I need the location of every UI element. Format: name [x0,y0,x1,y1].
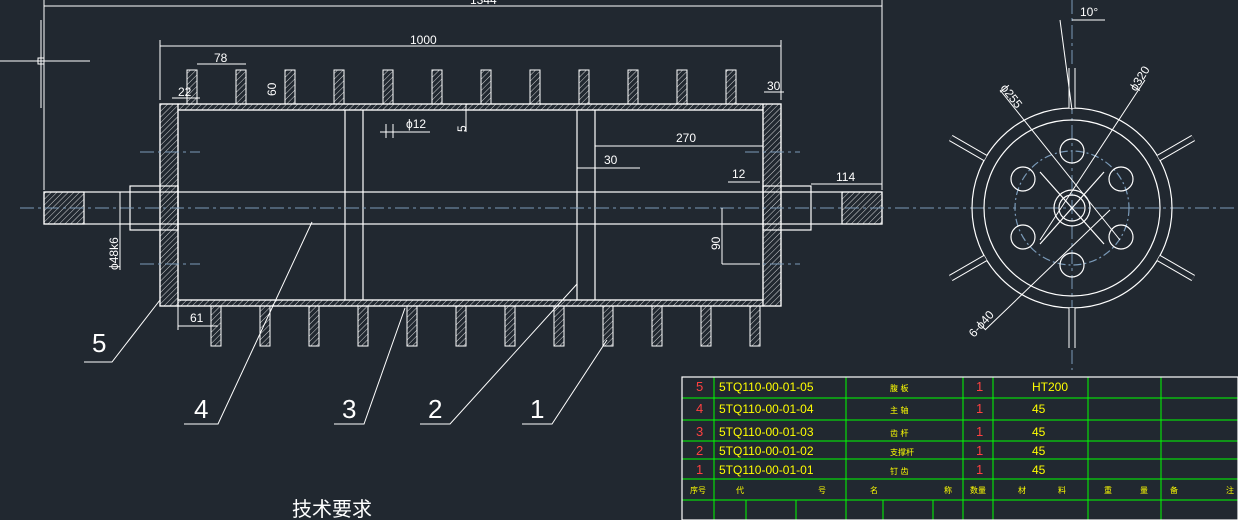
dim-inner-span: 270 [676,131,696,145]
dim-dia-255: ϕ255 [998,81,1026,111]
tooth [406,305,418,347]
dim-shaft-hole: ϕ12 [406,117,426,131]
row-name: 腹 板 [890,383,909,393]
row-name: 钉 齿 [890,466,909,476]
dim-dia-320: ϕ320 [1127,63,1153,93]
tooth [357,305,369,347]
row-material: HT200 [1032,380,1068,394]
title-block-row: 5 5TQ110-00-01-05 腹 板 1 HT200 [696,379,1068,394]
leader-label-4: 4 [194,394,208,424]
end-gap-leader [172,91,784,99]
side-view-dimensions [984,19,1146,331]
dim-overall: 1344 [470,0,497,7]
row-no: 1 [696,462,703,477]
dim-rib: 30 [604,153,618,167]
tooth [627,69,639,105]
dim-shaft-dia: ϕ48k6 [107,237,121,270]
tooth [676,69,688,105]
dim-hub: 12 [732,167,746,181]
leader-label-2: 2 [428,394,442,424]
row-code: 5TQ110-00-01-03 [719,425,814,439]
tooth [186,69,198,105]
row-code: 5TQ110-00-01-02 [719,444,814,458]
row-code: 5TQ110-00-01-04 [719,402,814,416]
row-no: 2 [696,443,703,458]
row-material: 45 [1032,463,1046,477]
dim-shaft-end: 114 [836,170,855,184]
header-name-b: 称 [944,485,952,495]
tech-requirements-title: 技术要求 [292,497,372,520]
header-wt-b: 量 [1140,486,1148,495]
tooth [651,305,663,347]
tooth [308,305,320,347]
row-no: 4 [696,401,703,416]
leader-label-1: 1 [530,394,544,424]
tooth [700,305,712,347]
row-qty: 1 [976,443,983,458]
row-no: 3 [696,424,703,439]
length-dimension [159,40,782,100]
dim-tooth-height: 60 [265,82,279,96]
header-wt-a: 重 [1104,485,1112,495]
side-tooth [949,255,987,281]
dim-angle: 10° [1080,5,1098,19]
tooth [235,69,247,105]
tooth [602,305,614,347]
row-code: 5TQ110-00-01-05 [719,380,814,394]
dim-wall: 5 [455,125,469,132]
row-name: 齿 杆 [890,428,909,438]
dim-bottom-offset: 61 [190,311,204,325]
tooth [504,305,516,347]
row-code: 5TQ110-00-01-01 [719,463,814,477]
header-code-a: 代 [736,485,744,495]
header-mat-a: 材 [1018,485,1026,495]
leader-label-3: 3 [342,394,356,424]
tooth [529,69,541,105]
header-note-b: 注 [1226,485,1234,495]
row-material: 45 [1032,444,1046,458]
tooth [259,305,271,347]
title-block-rows: 5 5TQ110-00-01-05 腹 板 1 HT200 4 5TQ110-00-01-0… [696,379,1068,477]
tooth [382,69,394,105]
side-tooth [1157,255,1195,281]
row-material: 45 [1032,425,1046,439]
row-name: 支撑杆 [890,447,914,457]
tooth [553,305,565,347]
bottom-teeth [210,305,761,347]
side-tooth [1157,135,1195,161]
dim-pitch: 78 [214,51,228,65]
row-qty: 1 [976,379,983,394]
tooth [333,69,345,105]
leader-label-5: 5 [92,328,106,358]
row-name: 主 轴 [890,405,909,415]
tooth [480,69,492,105]
dim-end-plate: 30 [767,79,781,93]
tooth [431,69,443,105]
row-qty: 1 [976,462,983,477]
crosshair-cursor [0,20,90,108]
row-qty: 1 [976,424,983,439]
title-block-header: 序号 代 号 名 称 数量 材 料 重 量 备 注 [690,485,1234,495]
tooth [725,69,737,105]
row-qty: 1 [976,401,983,416]
tooth [284,69,296,105]
header-note-a: 备 [1170,485,1178,495]
dim-radius: 90 [709,236,723,250]
header-code-b: 号 [818,486,826,495]
dim-length: 1000 [410,33,437,47]
cad-drawing-canvas[interactable]: 1344 1000 78 60 22 30 ϕ12 5 270 30 12 11… [0,0,1238,520]
row-no: 5 [696,379,703,394]
row-material: 45 [1032,402,1046,416]
tooth [749,305,761,347]
header-name-a: 名 [870,485,878,495]
tooth [455,305,467,347]
dim-holes: 6-ϕ40 [966,308,997,340]
side-tooth [949,135,987,161]
tooth [578,69,590,105]
header-no: 序号 [690,485,706,495]
header-mat-b: 料 [1058,485,1066,495]
header-qty: 数量 [970,485,986,495]
